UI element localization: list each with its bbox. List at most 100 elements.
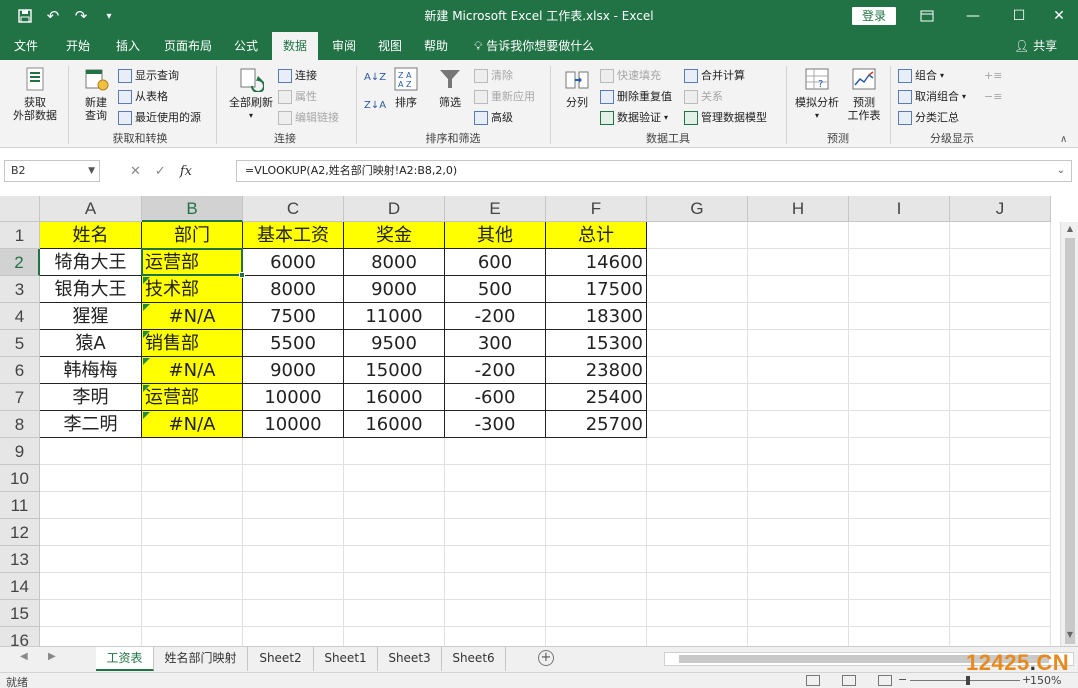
column-header-B[interactable]: B [142, 196, 243, 222]
sheet-tab-sheet1[interactable]: Sheet1 [314, 647, 378, 671]
cell-H14[interactable] [748, 573, 849, 600]
redo-icon[interactable]: ↷ [70, 5, 92, 27]
cell-I8[interactable] [849, 411, 950, 438]
column-header-D[interactable]: D [344, 196, 445, 222]
sheet-tab-salary[interactable]: 工资表 [96, 647, 154, 671]
cell-G5[interactable] [647, 330, 748, 357]
cell-G14[interactable] [647, 573, 748, 600]
cell-F8[interactable]: 25700 [546, 411, 647, 438]
worksheet-grid[interactable]: ▲ ▼ A B C D E F G H I J 1 2 3 4 5 6 7 8 9 10 11 12 13 14 15 16 姓名犄… [0, 196, 1078, 646]
cell-C7[interactable]: 10000 [243, 384, 344, 411]
page-break-view-icon[interactable] [878, 675, 892, 686]
column-header-H[interactable]: H [748, 196, 849, 222]
add-sheet-icon[interactable]: + [538, 650, 554, 666]
vertical-scrollbar[interactable]: ▲ ▼ [1060, 222, 1078, 646]
cell-D2[interactable]: 8000 [344, 249, 445, 276]
tab-formulas[interactable]: 公式 [224, 32, 268, 60]
cell-D5[interactable]: 9500 [344, 330, 445, 357]
login-button[interactable]: 登录 [852, 7, 896, 25]
row-header-13[interactable]: 13 [0, 546, 40, 573]
cell-E8[interactable]: -300 [445, 411, 546, 438]
row-header-3[interactable]: 3 [0, 276, 40, 303]
refresh-dropdown-icon[interactable]: ▾ [224, 109, 278, 122]
row-header-12[interactable]: 12 [0, 519, 40, 546]
show-detail-icon[interactable]: +≡ [984, 66, 1002, 85]
row-header-1[interactable]: 1 [0, 222, 40, 249]
cell-B6[interactable]: #N/A [142, 357, 243, 384]
tab-home[interactable]: 开始 [56, 32, 100, 60]
cell-H4[interactable] [748, 303, 849, 330]
cell-I4[interactable] [849, 303, 950, 330]
cell-H8[interactable] [748, 411, 849, 438]
cell-E6[interactable]: -200 [445, 357, 546, 384]
cell-C2[interactable]: 6000 [243, 249, 344, 276]
cell-C8[interactable]: 10000 [243, 411, 344, 438]
reapply-button[interactable]: 重新应用 [474, 87, 535, 106]
next-sheet-icon[interactable]: ▶ [48, 651, 56, 662]
cell-F5[interactable]: 15300 [546, 330, 647, 357]
cell-D3[interactable]: 9000 [344, 276, 445, 303]
connections-button[interactable]: 连接 [278, 66, 317, 85]
cell-B4[interactable]: #N/A [142, 303, 243, 330]
cell-B8[interactable]: #N/A [142, 411, 243, 438]
cell-F7[interactable]: 25400 [546, 384, 647, 411]
cell-D13[interactable] [344, 546, 445, 573]
cell-J4[interactable] [950, 303, 1051, 330]
cell-A5[interactable]: 猿A [40, 330, 142, 357]
cell-H10[interactable] [748, 465, 849, 492]
zoom-out-icon[interactable]: − [898, 673, 907, 686]
cell-B12[interactable] [142, 519, 243, 546]
cell-J8[interactable] [950, 411, 1051, 438]
cell-D8[interactable]: 16000 [344, 411, 445, 438]
cell-I9[interactable] [849, 438, 950, 465]
row-header-7[interactable]: 7 [0, 384, 40, 411]
cell-F4[interactable]: 18300 [546, 303, 647, 330]
cell-F16[interactable] [546, 627, 647, 646]
formula-input[interactable]: =VLOOKUP(A2,姓名部门映射!A2:B8,2,0) ⌄ [236, 160, 1072, 182]
cell-J11[interactable] [950, 492, 1051, 519]
row-header-16[interactable]: 16 [0, 627, 40, 646]
cell-B2[interactable]: 运营部 [142, 249, 243, 276]
cell-J9[interactable] [950, 438, 1051, 465]
cell-H5[interactable] [748, 330, 849, 357]
text-to-columns-button[interactable]: 分列 [558, 64, 596, 109]
cell-D14[interactable] [344, 573, 445, 600]
row-header-6[interactable]: 6 [0, 357, 40, 384]
cell-D9[interactable] [344, 438, 445, 465]
subtotal-button[interactable]: 分类汇总 [898, 108, 959, 127]
ribbon-display-options-icon[interactable] [904, 0, 950, 32]
cell-G10[interactable] [647, 465, 748, 492]
vertical-scroll-thumb[interactable] [1065, 238, 1075, 644]
tab-page-layout[interactable]: 页面布局 [156, 32, 220, 60]
cell-A4[interactable]: 猩猩 [40, 303, 142, 330]
cell-A12[interactable] [40, 519, 142, 546]
cell-B10[interactable] [142, 465, 243, 492]
recent-sources-button[interactable]: 最近使用的源 [118, 108, 201, 127]
row-header-11[interactable]: 11 [0, 492, 40, 519]
column-header-E[interactable]: E [445, 196, 546, 222]
column-header-C[interactable]: C [243, 196, 344, 222]
cell-G16[interactable] [647, 627, 748, 646]
cell-J12[interactable] [950, 519, 1051, 546]
cell-E10[interactable] [445, 465, 546, 492]
cell-E13[interactable] [445, 546, 546, 573]
cell-E4[interactable]: -200 [445, 303, 546, 330]
cell-J13[interactable] [950, 546, 1051, 573]
cell-H15[interactable] [748, 600, 849, 627]
enter-icon[interactable]: ✓ [155, 164, 166, 179]
cell-A9[interactable] [40, 438, 142, 465]
cell-G2[interactable] [647, 249, 748, 276]
undo-icon[interactable]: ↶ [42, 5, 64, 27]
remove-duplicates-button[interactable]: 删除重复值 [600, 87, 672, 106]
row-header-5[interactable]: 5 [0, 330, 40, 357]
close-icon[interactable]: ✕ [1036, 0, 1078, 32]
cell-G13[interactable] [647, 546, 748, 573]
tab-data[interactable]: 数据 [272, 32, 318, 60]
cell-D16[interactable] [344, 627, 445, 646]
row-header-9[interactable]: 9 [0, 438, 40, 465]
cell-I10[interactable] [849, 465, 950, 492]
cell-B15[interactable] [142, 600, 243, 627]
cell-E12[interactable] [445, 519, 546, 546]
tab-file[interactable]: 文件 [6, 32, 46, 60]
sheet-tab-sheet6[interactable]: Sheet6 [442, 647, 506, 671]
